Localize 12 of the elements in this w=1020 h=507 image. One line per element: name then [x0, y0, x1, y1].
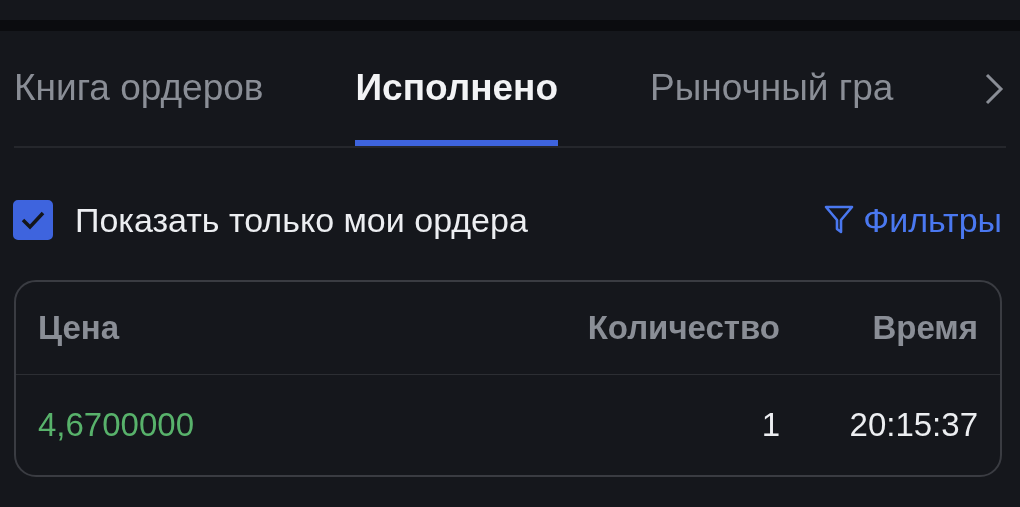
column-header: Время [871, 309, 978, 347]
table-cell-text: 4,6700000 [38, 406, 195, 444]
column-header: Количество [586, 309, 780, 347]
table-cell-text: 1 [760, 406, 780, 444]
tab[interactable]: Рыночный гра [650, 31, 894, 146]
filters-link[interactable]: Фильтры [823, 200, 1002, 240]
column-header: Цена [38, 309, 121, 347]
table-cell-text: 20:15:37 [848, 406, 978, 444]
tab[interactable]: Книга ордеров [14, 31, 264, 146]
tab[interactable]: Исполнено [355, 31, 559, 146]
checkbox-label: Показать только мои ордера [75, 200, 528, 240]
checkbox[interactable] [13, 200, 53, 240]
